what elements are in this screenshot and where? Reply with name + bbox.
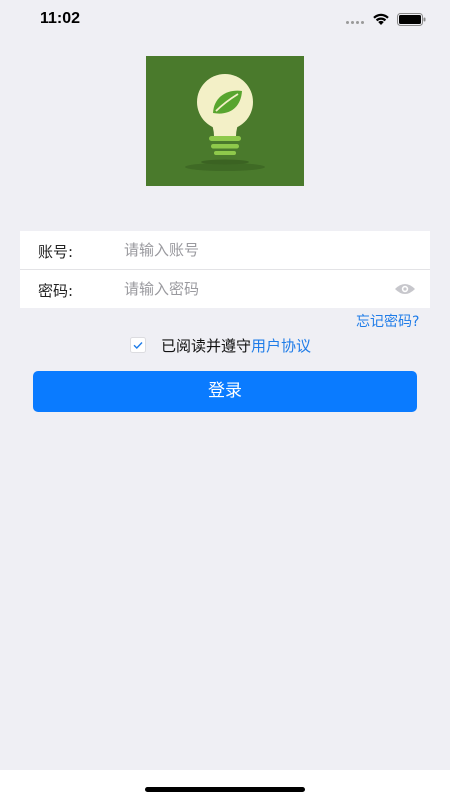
login-form: 账号: 密码: xyxy=(20,231,430,308)
login-button[interactable]: 登录 xyxy=(33,371,417,412)
account-input[interactable] xyxy=(124,236,384,264)
password-input[interactable] xyxy=(124,275,384,303)
status-bar: 11:02 xyxy=(0,0,450,40)
cellular-signal-icon xyxy=(346,21,368,25)
forgot-password-link[interactable]: 忘记密码? xyxy=(356,311,419,331)
wifi-icon xyxy=(373,13,389,25)
lightbulb-leaf-icon xyxy=(146,56,304,186)
bottom-safe-area xyxy=(0,770,450,800)
user-agreement-link[interactable]: 用户协议 xyxy=(251,335,311,356)
eye-icon[interactable] xyxy=(394,282,416,296)
password-label: 密码: xyxy=(38,282,74,300)
home-indicator[interactable] xyxy=(145,787,305,792)
account-label: 账号: xyxy=(38,243,74,261)
agreement-row: 已阅读并遵守 用户协议 xyxy=(130,334,311,356)
status-time: 11:02 xyxy=(40,10,81,27)
agreement-checkbox[interactable] xyxy=(130,337,146,353)
agreement-text: 已阅读并遵守 xyxy=(161,336,252,355)
battery-icon xyxy=(397,13,426,26)
password-row: 密码: xyxy=(20,269,430,308)
app-logo xyxy=(146,56,304,186)
account-row: 账号: xyxy=(20,231,430,269)
